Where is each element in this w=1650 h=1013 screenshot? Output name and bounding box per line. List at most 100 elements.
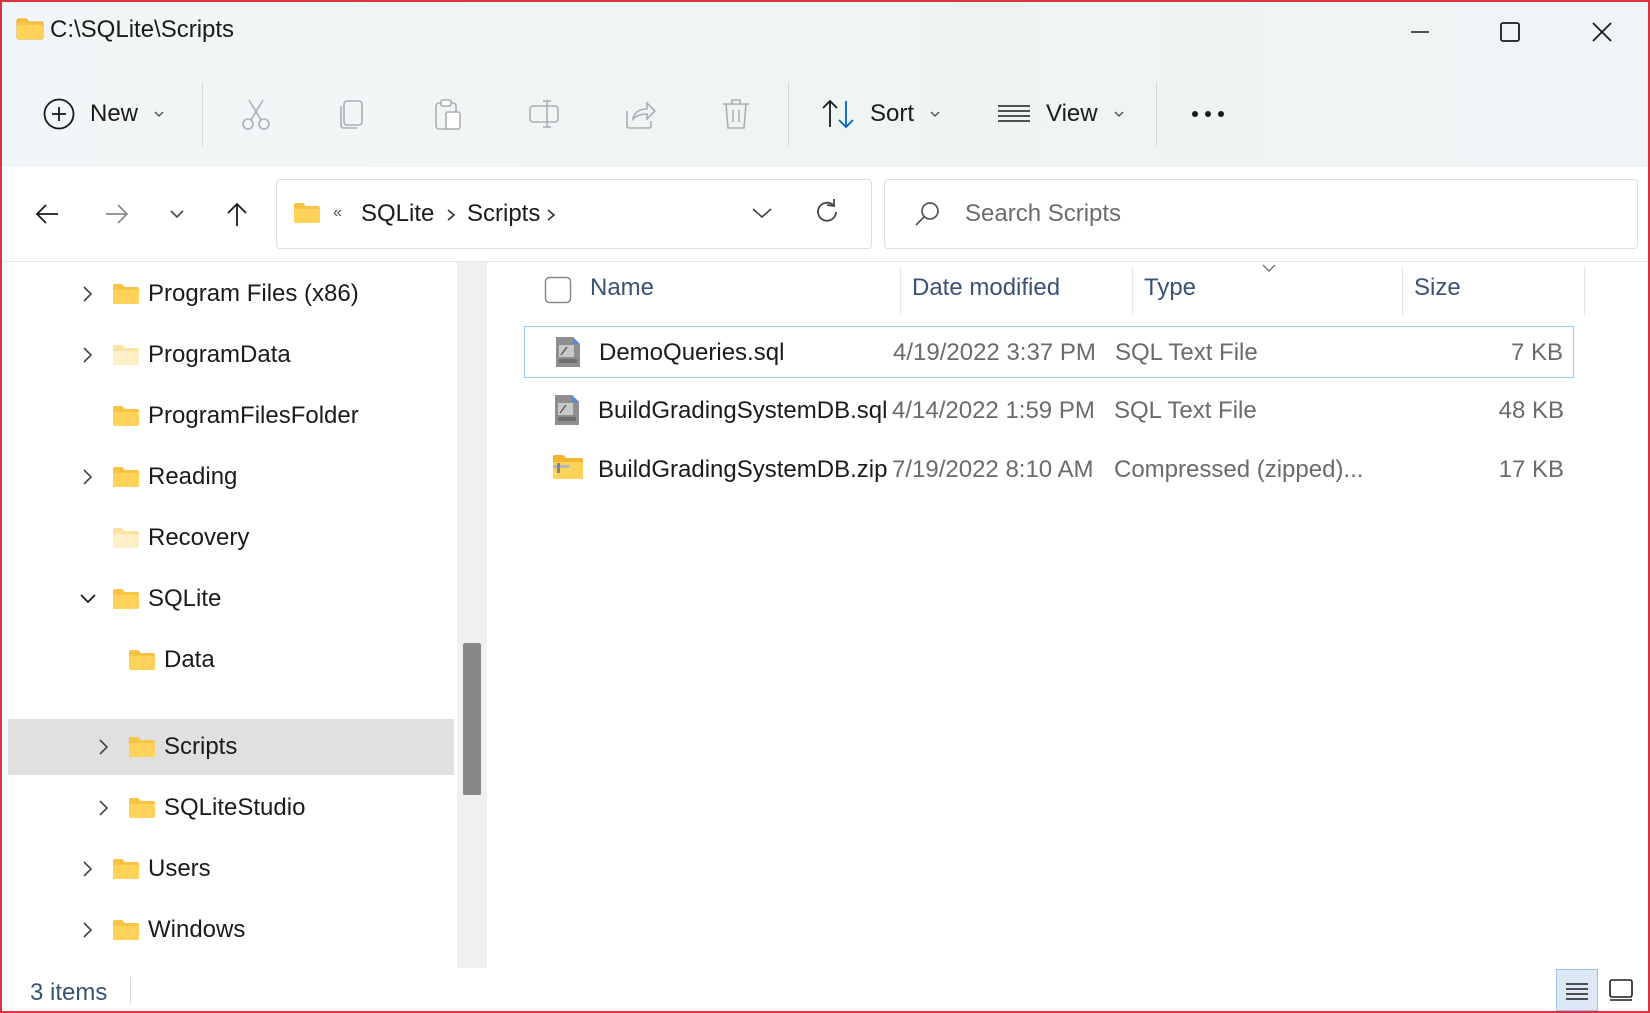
- column-name[interactable]: Name: [590, 274, 654, 302]
- tree-item-scripts[interactable]: Scripts: [8, 719, 454, 775]
- tree-item-recovery[interactable]: Recovery: [8, 510, 454, 566]
- rename-icon: [529, 100, 559, 128]
- share-icon: [626, 101, 657, 129]
- tree-item-label: ProgramData: [148, 341, 291, 368]
- column-divider[interactable]: [1402, 266, 1403, 316]
- new-button[interactable]: New: [42, 86, 166, 142]
- delete-icon: [723, 99, 749, 129]
- tree-item-reading[interactable]: Reading: [8, 449, 454, 505]
- sort-button[interactable]: Sort: [820, 86, 942, 142]
- command-bar: New Sort View: [2, 72, 1648, 156]
- chevron-right-icon[interactable]: [92, 796, 116, 820]
- cut-button[interactable]: [234, 92, 278, 136]
- file-name[interactable]: BuildGradingSystemDB.sql: [598, 397, 887, 425]
- breadcrumb-overflow[interactable]: «: [333, 204, 342, 222]
- breadcrumb-sqlite[interactable]: SQLite: [361, 200, 434, 228]
- forward-button[interactable]: [92, 189, 142, 239]
- chevron-right-icon[interactable]: [76, 857, 100, 881]
- maximize-button[interactable]: [1464, 2, 1556, 62]
- file-name[interactable]: BuildGradingSystemDB.zip: [598, 456, 887, 484]
- address-bar[interactable]: « SQLite Scripts: [276, 179, 872, 249]
- column-size[interactable]: Size: [1414, 274, 1461, 302]
- tree-item-programdata[interactable]: ProgramData: [8, 327, 454, 383]
- share-button[interactable]: [618, 92, 662, 136]
- folder-icon: [113, 528, 139, 548]
- column-divider[interactable]: [900, 266, 901, 316]
- tree-item-data[interactable]: Data: [8, 632, 454, 688]
- file-row[interactable]: BuildGradingSystemDB.zip 7/19/2022 8:10 …: [524, 444, 1574, 496]
- toolbar-separator: [202, 82, 203, 146]
- refresh-icon[interactable]: [813, 198, 841, 226]
- search-placeholder: Search Scripts: [965, 200, 1122, 227]
- tree-item-sqlite[interactable]: SQLite: [8, 571, 454, 627]
- view-label: View: [1046, 100, 1098, 127]
- details-view-toggle[interactable]: [1556, 969, 1598, 1011]
- tree-item-sqlitestudio[interactable]: SQLiteStudio: [8, 780, 454, 836]
- file-row[interactable]: BuildGradingSystemDB.sql 4/14/2022 1:59 …: [524, 385, 1574, 437]
- chevron-down-icon[interactable]: [76, 587, 100, 611]
- file-explorer-window: C:\SQLite\Scripts New Sort View « SQLite…: [0, 0, 1650, 1013]
- see-more-button[interactable]: [1186, 92, 1230, 136]
- tree-scrollbar-thumb[interactable]: [463, 643, 481, 795]
- chevron-down-icon: [930, 111, 940, 118]
- tree-item-label: SQLiteStudio: [164, 794, 306, 821]
- chevron-right-icon[interactable]: [76, 918, 100, 942]
- sort-descending-icon: [1262, 264, 1276, 272]
- file-date: 4/14/2022 1:59 PM: [892, 397, 1095, 424]
- search-box[interactable]: Search Scripts: [884, 179, 1638, 249]
- tree-item-programfilesfolder[interactable]: ProgramFilesFolder: [8, 388, 454, 444]
- tree-item-label: Reading: [148, 463, 238, 490]
- toolbar-separator: [1156, 82, 1157, 146]
- file-row[interactable]: DemoQueries.sql 4/19/2022 3:37 PM SQL Te…: [524, 326, 1574, 378]
- tree-item-label: Recovery: [148, 524, 250, 551]
- delete-button[interactable]: [714, 92, 758, 136]
- chevron-down-icon[interactable]: [751, 206, 773, 220]
- back-button[interactable]: [22, 189, 72, 239]
- tree-item-program-files-x86[interactable]: Program Files (x86): [8, 266, 454, 322]
- folder-icon: [113, 406, 139, 426]
- tree-item-label: Windows: [148, 916, 246, 943]
- chevron-right-icon[interactable]: [445, 208, 457, 222]
- arrow-right-icon: [106, 204, 129, 224]
- minimize-button[interactable]: [1374, 2, 1466, 62]
- chevron-right-icon[interactable]: [92, 735, 116, 759]
- tree-item-users[interactable]: Users: [8, 841, 454, 897]
- column-divider[interactable]: [1584, 266, 1585, 316]
- copy-button[interactable]: [330, 92, 374, 136]
- rename-button[interactable]: [522, 92, 566, 136]
- recent-locations-button[interactable]: [152, 189, 202, 239]
- large-icons-view-toggle[interactable]: [1600, 969, 1642, 1011]
- navigation-pane: Program Files (x86) ProgramData ProgramF…: [2, 262, 456, 968]
- tree-item-windows[interactable]: Windows: [8, 902, 454, 958]
- chevron-right-icon[interactable]: [76, 282, 100, 306]
- tree-scrollbar[interactable]: [457, 262, 487, 968]
- column-date-modified[interactable]: Date modified: [912, 274, 1060, 302]
- column-divider[interactable]: [1132, 266, 1133, 316]
- cut-icon: [242, 99, 270, 130]
- folder-icon: [113, 345, 139, 365]
- folder-icon: [294, 203, 320, 223]
- chevron-right-icon[interactable]: [545, 208, 557, 222]
- maximize-icon: [1500, 22, 1520, 42]
- new-label: New: [90, 100, 139, 127]
- paste-icon: [435, 99, 461, 130]
- close-button[interactable]: [1556, 2, 1648, 62]
- folder-icon: [16, 18, 44, 40]
- select-all-checkbox[interactable]: [544, 276, 572, 304]
- chevron-right-icon[interactable]: [76, 343, 100, 367]
- file-size: 48 KB: [1498, 397, 1564, 424]
- status-separator: [130, 977, 131, 1003]
- arrow-left-icon: [35, 204, 58, 224]
- view-button[interactable]: View: [996, 86, 1126, 142]
- column-type[interactable]: Type: [1144, 274, 1196, 302]
- minimize-icon: [1411, 31, 1429, 33]
- chevron-right-icon[interactable]: [76, 465, 100, 489]
- folder-icon: [113, 589, 139, 609]
- title-bar[interactable]: C:\SQLite\Scripts: [2, 2, 1648, 62]
- file-name[interactable]: DemoQueries.sql: [599, 339, 784, 367]
- chevron-down-icon: [1114, 111, 1124, 118]
- sql-file-icon: [555, 395, 579, 425]
- breadcrumb-scripts[interactable]: Scripts: [467, 200, 540, 228]
- up-button[interactable]: [212, 189, 262, 239]
- paste-button[interactable]: [426, 92, 470, 136]
